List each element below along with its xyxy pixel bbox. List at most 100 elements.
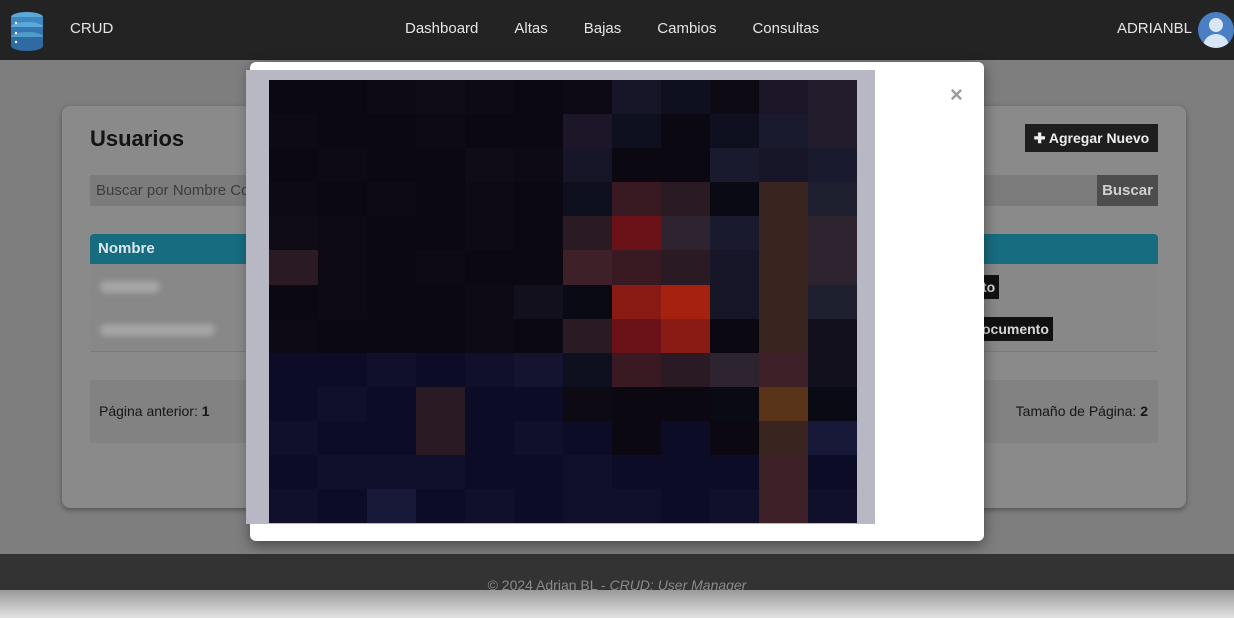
photo-pixel bbox=[759, 284, 808, 319]
add-new-label: Agregar Nuevo bbox=[1048, 130, 1150, 146]
photo-pixel bbox=[612, 250, 661, 285]
photo-pixel bbox=[710, 284, 759, 319]
photo-pixel bbox=[661, 148, 710, 183]
nav-link-bajas[interactable]: Bajas bbox=[584, 20, 622, 37]
username[interactable]: ADRIANBL bbox=[1117, 20, 1192, 37]
column-header-nombre: Nombre bbox=[98, 240, 155, 257]
photo-pixel bbox=[416, 250, 465, 285]
photo-pixel bbox=[465, 148, 514, 183]
photo-pixel bbox=[416, 420, 465, 456]
photo-pixel bbox=[759, 420, 808, 456]
photo-pixel bbox=[808, 386, 857, 421]
photo-pixel bbox=[465, 489, 514, 523]
photo-pixel bbox=[318, 455, 367, 490]
nav-link-cambios[interactable]: Cambios bbox=[657, 20, 716, 37]
nav-link-altas[interactable]: Altas bbox=[514, 20, 547, 37]
photo-pixel bbox=[367, 318, 416, 353]
photo-pixel bbox=[367, 352, 416, 387]
photo-pixel bbox=[318, 216, 367, 251]
photo-pixel bbox=[710, 216, 759, 251]
photo-pixel bbox=[710, 318, 759, 353]
photo-pixel bbox=[612, 318, 661, 353]
photo-pixel bbox=[465, 250, 514, 285]
nav-link-dashboard[interactable]: Dashboard bbox=[405, 20, 478, 37]
photo-pixel bbox=[514, 352, 563, 387]
photo-pixel bbox=[465, 386, 514, 421]
photo-pixel bbox=[367, 182, 416, 217]
page-size-value: 2 bbox=[1140, 403, 1148, 419]
photo-pixel bbox=[710, 352, 759, 387]
photo-pixel bbox=[661, 80, 710, 115]
photo-pixel bbox=[661, 114, 710, 149]
photo-pixel bbox=[367, 420, 416, 456]
photo-pixel bbox=[269, 284, 318, 319]
photo-pixel bbox=[318, 182, 367, 217]
photo-pixel bbox=[318, 420, 367, 456]
photo-pixel bbox=[808, 114, 857, 149]
photo-pixel bbox=[612, 114, 661, 149]
photo-pixel bbox=[661, 318, 710, 353]
photo-pixel bbox=[808, 182, 857, 217]
add-new-button[interactable]: ✚ Agregar Nuevo bbox=[1025, 124, 1158, 152]
photo-pixel bbox=[416, 318, 465, 353]
photo-pixel bbox=[367, 114, 416, 149]
user-avatar-icon[interactable] bbox=[1198, 12, 1234, 48]
photo-pixel bbox=[710, 489, 759, 523]
photo-pixel bbox=[367, 455, 416, 490]
photo-pixel bbox=[759, 386, 808, 421]
brand-name[interactable]: CRUD bbox=[70, 20, 113, 37]
photo-pixel bbox=[759, 250, 808, 285]
photo-pixel bbox=[710, 386, 759, 421]
nav-link-consultas[interactable]: Consultas bbox=[752, 20, 819, 37]
photo-pixel bbox=[563, 420, 612, 456]
photo-pixel bbox=[318, 284, 367, 319]
photo-pixel bbox=[269, 386, 318, 421]
photo-pixel bbox=[563, 182, 612, 217]
photo-pixel bbox=[612, 386, 661, 421]
photo-pixel bbox=[661, 420, 710, 456]
photo-pixel bbox=[514, 455, 563, 490]
photo-pixel bbox=[710, 182, 759, 217]
photo-pixel bbox=[514, 216, 563, 251]
photo-pixel bbox=[269, 318, 318, 353]
photo-pixel bbox=[808, 216, 857, 251]
blurred-name bbox=[100, 281, 160, 293]
row-action-button[interactable]: ocumento bbox=[978, 317, 1053, 341]
photo-pixel bbox=[710, 80, 759, 115]
page-size-label: Tamaño de Página: bbox=[1015, 403, 1137, 419]
photo-pixel bbox=[563, 352, 612, 387]
photo-pixel bbox=[710, 455, 759, 490]
pager-previous-label: Página anterior: bbox=[99, 403, 198, 419]
photo-pixel bbox=[808, 420, 857, 456]
photo-pixel bbox=[416, 80, 465, 115]
pager-previous[interactable]: Página anterior: 1 bbox=[99, 403, 210, 419]
photo-pixel bbox=[269, 80, 318, 115]
photo-pixel bbox=[514, 318, 563, 353]
photo-pixel bbox=[416, 216, 465, 251]
photo-pixel bbox=[612, 352, 661, 387]
photo-pixel bbox=[318, 80, 367, 115]
photo-pixel bbox=[367, 386, 416, 421]
close-icon[interactable]: × bbox=[950, 84, 963, 106]
database-icon[interactable] bbox=[10, 11, 44, 51]
photo-pixel bbox=[808, 148, 857, 183]
photo-pixel bbox=[514, 420, 563, 456]
photo-pixel bbox=[269, 182, 318, 217]
search-button[interactable]: Buscar bbox=[1097, 175, 1158, 206]
photo-pixel bbox=[710, 114, 759, 149]
photo-pixel bbox=[416, 182, 465, 217]
photo-pixel bbox=[465, 216, 514, 251]
photo-pixel bbox=[808, 489, 857, 523]
photo-pixel bbox=[710, 420, 759, 456]
photo-pixel bbox=[661, 284, 710, 319]
photo-pixel bbox=[367, 80, 416, 115]
photo-pixel bbox=[514, 80, 563, 115]
photo-pixel bbox=[465, 318, 514, 353]
photo-pixel bbox=[416, 386, 465, 421]
photo-pixel bbox=[661, 182, 710, 217]
photo-pixel bbox=[661, 250, 710, 285]
photo-pixel bbox=[269, 420, 318, 456]
navbar: CRUD Dashboard Altas Bajas Cambios Consu… bbox=[0, 0, 1234, 60]
photo-pixel bbox=[759, 489, 808, 523]
photo-pixel bbox=[661, 386, 710, 421]
